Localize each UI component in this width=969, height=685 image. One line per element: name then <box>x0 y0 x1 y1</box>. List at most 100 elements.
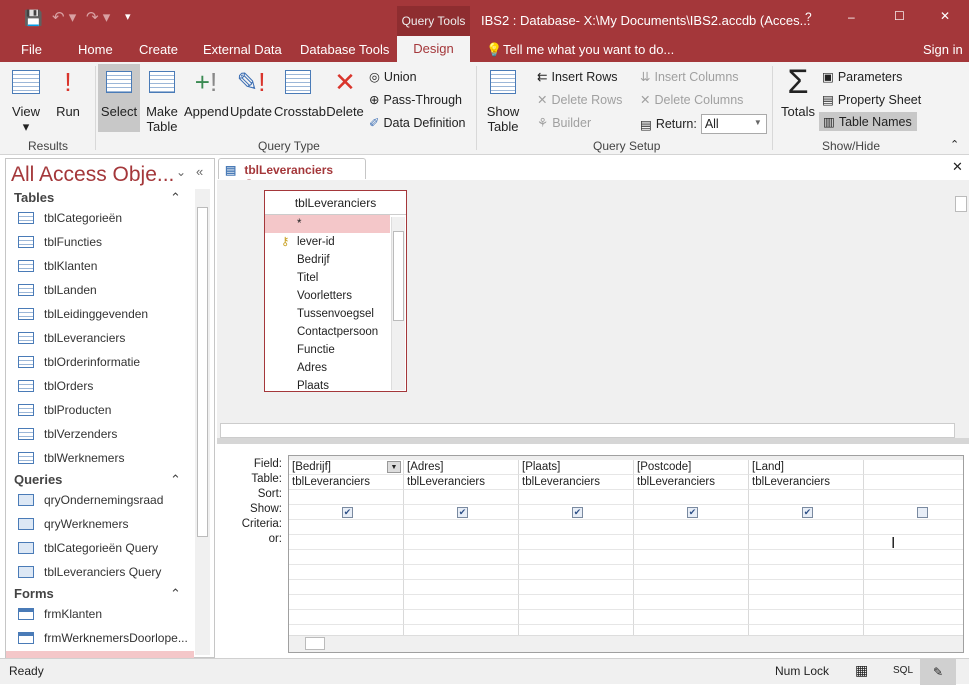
sort-cell[interactable] <box>404 490 519 505</box>
grid-cell[interactable] <box>864 580 963 595</box>
insert-columns-button[interactable]: ⇊ Insert Columns <box>640 69 739 85</box>
grid-cell[interactable] <box>749 610 864 625</box>
field-item[interactable]: Titel <box>265 269 390 287</box>
grid-cell[interactable] <box>864 550 963 565</box>
field-cell[interactable]: [Adres] <box>404 460 519 475</box>
criteria-cell[interactable] <box>289 520 404 535</box>
grid-cell[interactable] <box>864 565 963 580</box>
field-item[interactable]: Adres <box>265 359 390 377</box>
criteria-cell[interactable] <box>864 520 963 535</box>
redo-icon[interactable]: ↷ ▾ <box>86 8 110 26</box>
scroll-thumb[interactable] <box>197 207 208 537</box>
grid-cell[interactable] <box>749 580 864 595</box>
grid-cell[interactable] <box>404 565 519 580</box>
sort-cell[interactable] <box>864 490 963 505</box>
pass-through-button[interactable]: ⊕ Pass-Through <box>369 92 462 108</box>
tab-tblleveranciers-query[interactable]: ▤tblLeveranciers Query <box>218 158 366 191</box>
grid-cell[interactable] <box>634 580 749 595</box>
show-cell[interactable]: ✔ <box>289 505 404 520</box>
property-sheet-button[interactable]: ▤ Property Sheet <box>822 92 921 108</box>
tab-home[interactable]: Home <box>78 42 113 57</box>
nav-item[interactable]: frmWerknemersDoorlope... <box>18 631 188 645</box>
table-cell[interactable]: tblLeveranciers <box>404 475 519 490</box>
grid-cell[interactable] <box>634 565 749 580</box>
grid-cell[interactable] <box>289 565 404 580</box>
field-item[interactable]: Plaats <box>265 377 390 395</box>
sort-cell[interactable] <box>289 490 404 505</box>
nav-item[interactable]: tblLeveranciers <box>18 331 125 345</box>
crosstab-button[interactable]: Crosstab <box>274 66 326 119</box>
delete-query-button[interactable]: ✕ Delete <box>326 66 364 120</box>
customize-qat-icon[interactable]: ▾ <box>125 10 131 23</box>
scroll-thumb[interactable] <box>393 231 404 321</box>
totals-button[interactable]: Σ Totals <box>778 65 818 120</box>
minimize-button[interactable]: – <box>848 10 855 24</box>
nav-group-queries[interactable]: Queries ⌃ <box>14 472 181 487</box>
tab-external-data[interactable]: External Data <box>203 42 282 57</box>
nav-item[interactable]: tblLeidinggevenden <box>18 307 148 321</box>
nav-header[interactable]: All Access Obje... <box>11 163 174 187</box>
builder-button[interactable]: ⚘ Builder <box>537 115 591 131</box>
delete-rows-button[interactable]: ✕ Delete Rows <box>537 92 622 108</box>
nav-item[interactable]: qryOndernemingsraad <box>18 493 163 507</box>
collapse-group-icon[interactable]: ⌃ <box>170 190 181 206</box>
show-cell[interactable]: ✔ <box>519 505 634 520</box>
update-button[interactable]: ✎! Update <box>230 66 272 120</box>
undo-icon[interactable]: ↶ ▾ <box>52 8 76 26</box>
datasheet-view-icon[interactable]: ▦ <box>855 662 868 679</box>
grid-cell[interactable] <box>519 610 634 625</box>
design-view-icon[interactable]: ✎ <box>920 659 956 685</box>
union-button[interactable]: ◎ Union <box>369 69 417 85</box>
field-item[interactable]: Functie <box>265 341 390 359</box>
grid-cell[interactable] <box>289 595 404 610</box>
show-checkbox[interactable]: ✔ <box>342 507 353 518</box>
nav-item[interactable]: tblLanden <box>18 283 97 297</box>
or-cell[interactable] <box>749 535 864 550</box>
nav-item[interactable]: tblCategorieën <box>18 211 122 225</box>
show-checkbox[interactable]: ✔ <box>457 507 468 518</box>
nav-item[interactable]: frmKlanten <box>18 607 102 621</box>
criteria-cell[interactable] <box>634 520 749 535</box>
nav-group-forms[interactable]: Forms ⌃ <box>14 586 181 601</box>
save-icon[interactable]: 💾 <box>24 9 43 27</box>
grid-cell[interactable] <box>749 595 864 610</box>
tab-create[interactable]: Create <box>139 42 178 57</box>
nav-scrollbar[interactable] <box>195 189 210 655</box>
field-list-scrollbar[interactable] <box>391 217 405 390</box>
delete-columns-button[interactable]: ✕ Delete Columns <box>640 92 743 108</box>
nav-item[interactable]: tblLeveranciers Query <box>18 565 161 579</box>
vertical-scrollbar[interactable] <box>953 180 969 422</box>
or-cell[interactable] <box>404 535 519 550</box>
nav-item[interactable]: tblWerknemers <box>18 451 124 465</box>
table-names-button[interactable]: ▥ Table Names <box>819 112 917 131</box>
view-button[interactable]: View ▾ <box>8 66 44 134</box>
nav-item[interactable]: tblVerzenders <box>18 427 117 441</box>
make-table-button[interactable]: Make Table <box>144 66 180 134</box>
grid-cell[interactable] <box>289 610 404 625</box>
collapse-ribbon-icon[interactable]: ⌃ <box>950 138 959 151</box>
grid-cell[interactable] <box>289 550 404 565</box>
criteria-cell[interactable] <box>519 520 634 535</box>
append-button[interactable]: +! Append <box>184 66 229 120</box>
nav-item[interactable]: tblCategorieën Query <box>18 541 158 555</box>
field-cell[interactable]: [Plaats] <box>519 460 634 475</box>
sql-view-button[interactable]: SQL <box>893 665 913 676</box>
grid-cell[interactable] <box>519 565 634 580</box>
return-dropdown[interactable]: All ▼ <box>700 114 767 134</box>
maximize-button[interactable]: ☐ <box>894 9 905 23</box>
collapse-group-icon[interactable]: ⌃ <box>170 472 181 488</box>
collapse-pane-icon[interactable]: « <box>196 164 203 179</box>
tab-database-tools[interactable]: Database Tools <box>300 42 389 57</box>
table-cell[interactable]: tblLeveranciers <box>289 475 404 490</box>
nav-item[interactable]: tblFuncties <box>18 235 102 249</box>
or-cell[interactable] <box>864 535 963 550</box>
nav-item[interactable]: tblOrders <box>18 379 93 393</box>
nav-group-tables[interactable]: Tables ⌃ <box>14 190 181 205</box>
field-item[interactable]: Bedrijf <box>265 251 390 269</box>
nav-item[interactable]: tblOrderinformatie <box>18 355 140 369</box>
table-cell[interactable]: tblLeveranciers <box>749 475 864 490</box>
grid-cell[interactable] <box>634 550 749 565</box>
run-button[interactable]: ! Run <box>52 66 84 120</box>
field-item[interactable]: * <box>265 215 390 233</box>
field-item[interactable]: ⚷ lever-id <box>265 233 390 251</box>
